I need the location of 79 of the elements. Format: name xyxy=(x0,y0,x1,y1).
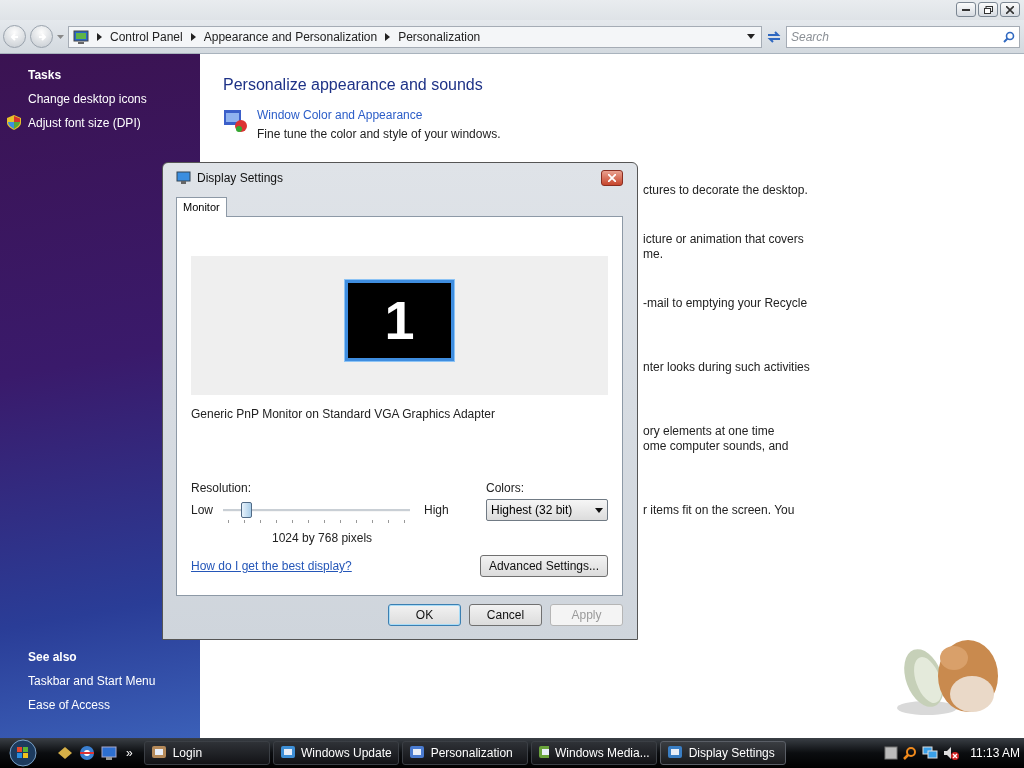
app-icon xyxy=(150,745,167,761)
section-heading: Personalize appearance and sounds xyxy=(223,76,484,94)
search-field[interactable]: Search xyxy=(786,25,1020,48)
browser-icon[interactable] xyxy=(79,745,95,761)
right-arrow-icon xyxy=(36,31,47,42)
tray-app-icon[interactable] xyxy=(884,746,899,760)
breadcrumb-arrow-icon[interactable] xyxy=(385,32,391,41)
search-icon[interactable] xyxy=(1003,30,1015,43)
app-icon xyxy=(537,745,549,761)
dialog-title: Display Settings xyxy=(197,171,285,185)
taskbar-button[interactable]: Login xyxy=(143,741,270,765)
clock[interactable]: 11:13 AM xyxy=(970,746,1020,760)
paint-palette-icon xyxy=(223,108,248,133)
advanced-settings-button[interactable]: Advanced Settings... xyxy=(479,555,608,577)
breadcrumb-item[interactable]: Control Panel xyxy=(110,29,183,44)
item-description: me. xyxy=(643,247,664,262)
restore-button[interactable] xyxy=(978,2,998,17)
tab[interactable]: Monitor xyxy=(176,197,227,217)
sidebar-link[interactable]: Taskbar and Start Menu xyxy=(28,674,200,688)
close-button[interactable] xyxy=(1000,2,1020,17)
start-button[interactable] xyxy=(6,739,40,767)
minimize-icon xyxy=(962,8,970,11)
breadcrumb-item[interactable]: Personalization xyxy=(398,29,481,44)
display-settings-icon xyxy=(176,171,192,185)
item-description: ory elements at one time xyxy=(643,424,776,439)
address-bar[interactable]: Control Panel Appearance and Personalization Personalization xyxy=(68,25,762,48)
app-icon xyxy=(408,745,425,761)
dropdown-arrow-icon[interactable] xyxy=(747,34,755,39)
high-label: High xyxy=(424,503,449,517)
sidebar-heading: See also xyxy=(28,650,78,664)
dropdown-arrow-icon xyxy=(595,507,603,513)
breadcrumb-item[interactable]: Appearance and Personalization xyxy=(203,29,378,44)
app-icon xyxy=(666,745,683,761)
taskbar-button[interactable]: Display Settings xyxy=(659,741,786,765)
close-icon xyxy=(608,174,616,182)
dialog-button[interactable]: Cancel xyxy=(469,604,542,626)
magnifier-icon[interactable] xyxy=(903,746,918,760)
app-shortcut-icon[interactable] xyxy=(57,746,73,760)
sidebar-link[interactable]: Ease of Access xyxy=(28,698,200,712)
network-icon[interactable] xyxy=(922,746,939,760)
slider-thumb[interactable] xyxy=(240,502,252,518)
sidebar-link[interactable]: Change desktop icons xyxy=(28,92,200,106)
item-description: r items fit on the screen. You xyxy=(643,503,796,518)
item-description: icture or animation that covers xyxy=(643,232,805,247)
restore-icon xyxy=(983,5,993,14)
refresh-icon[interactable] xyxy=(766,29,782,44)
muted-speaker-icon[interactable] xyxy=(943,746,960,760)
resolution-label: Resolution: xyxy=(191,481,253,495)
window-color-link[interactable]: Window Color and Appearance xyxy=(257,108,501,122)
help-link[interactable]: How do I get the best display? xyxy=(191,559,352,573)
item-description: ctures to decorate the desktop. xyxy=(643,183,809,198)
close-button[interactable] xyxy=(601,170,623,186)
close-icon xyxy=(1006,5,1014,14)
breadcrumb-arrow-icon[interactable] xyxy=(97,32,102,41)
colors-label: Colors: xyxy=(486,481,525,495)
minimize-button[interactable] xyxy=(956,2,976,17)
app-icon xyxy=(279,745,295,761)
item-description: -mail to emptying your Recycle xyxy=(643,296,809,311)
monitor-name: Generic PnP Monitor on Standard VGA Graphics Adapter xyxy=(191,407,495,421)
overflow-chevron[interactable]: » xyxy=(126,746,133,760)
taskbar-button[interactable]: Personalization xyxy=(401,741,528,765)
control-panel-icon xyxy=(73,29,89,44)
dialog-button[interactable]: OK xyxy=(388,604,461,626)
monitor-tile[interactable]: 1 xyxy=(345,279,454,361)
colors-dropdown[interactable]: Highest (32 bit) xyxy=(486,499,608,521)
history-dropdown-icon[interactable] xyxy=(57,34,64,39)
item-description: Fine tune the color and style of your windows. xyxy=(257,127,501,141)
low-label: Low xyxy=(191,503,213,517)
shield-icon xyxy=(7,115,21,130)
breadcrumb-arrow-icon[interactable] xyxy=(190,32,196,41)
taskbar-button[interactable]: Windows Update xyxy=(272,741,399,765)
taskbar-button[interactable]: Windows Media... xyxy=(530,741,657,765)
left-arrow-icon xyxy=(9,31,20,42)
sidebar-heading: Tasks xyxy=(28,68,63,82)
resolution-reading: 1024 by 768 pixels xyxy=(272,531,374,545)
sidebar-link[interactable]: Adjust font size (DPI) xyxy=(28,116,200,130)
show-desktop-icon[interactable] xyxy=(101,746,117,760)
item-description: ome computer sounds, and xyxy=(643,439,790,454)
item-description: nter looks during such activities xyxy=(643,360,811,375)
